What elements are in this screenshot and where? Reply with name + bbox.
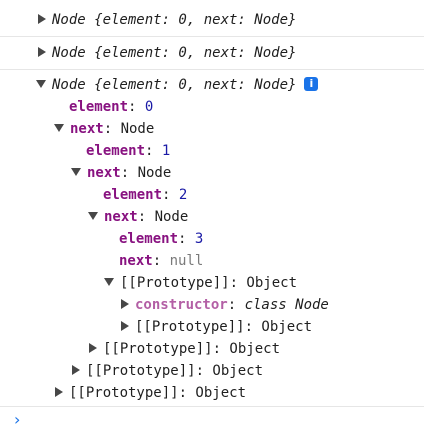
property-value: 1: [161, 143, 171, 159]
property-key: next: [70, 121, 104, 137]
prototype-row[interactable]: [[Prototype]]: Object: [104, 273, 297, 293]
triangle-down-icon[interactable]: [71, 168, 81, 176]
prototype-label: [[Prototype]]: Object: [103, 341, 281, 357]
prototype-row[interactable]: [[Prototype]]: Object: [89, 339, 280, 359]
triangle-down-icon[interactable]: [104, 278, 114, 286]
property-row: element: 2: [103, 187, 188, 203]
triangle-right-icon[interactable]: [38, 14, 46, 24]
property-value: Node: [120, 121, 155, 137]
prototype-label: [[Prototype]]: Object: [135, 319, 313, 335]
property-key: element: [119, 231, 179, 247]
object-summary-row[interactable]: Node {element: 0, next: Node}: [38, 43, 296, 63]
property-value: 3: [194, 231, 204, 247]
property-key: next: [87, 165, 121, 181]
object-summary: Node {element: 0, next: Node}: [52, 12, 297, 28]
constructor-row[interactable]: constructor: class Node: [121, 295, 329, 315]
info-icon[interactable]: i: [304, 77, 319, 91]
property-key: next: [104, 209, 138, 225]
triangle-down-icon[interactable]: [88, 212, 98, 220]
prototype-label: [[Prototype]]: Object: [86, 363, 264, 379]
property-key: element: [86, 143, 146, 159]
property-key: element: [103, 187, 163, 203]
object-summary: Node {element: 0, next: Node}: [52, 45, 297, 61]
property-row: element: 3: [119, 231, 204, 247]
object-summary-row[interactable]: Node {element: 0, next: Node}: [38, 10, 296, 30]
property-value: 0: [144, 99, 154, 115]
property-value: 2: [178, 187, 188, 203]
triangle-right-icon[interactable]: [38, 47, 46, 57]
property-row-expandable[interactable]: next: Node: [88, 207, 188, 227]
triangle-right-icon[interactable]: [72, 365, 80, 375]
property-value: Node: [154, 209, 189, 225]
property-row: element: 0: [69, 99, 154, 115]
chevron-right-icon[interactable]: ›: [14, 410, 20, 430]
devtools-console: Node {element: 0, next: Node} Node {elem…: [0, 0, 424, 440]
prototype-row[interactable]: [[Prototype]]: Object: [55, 383, 246, 403]
property-row: next: null: [119, 253, 204, 269]
object-summary: Node {element: 0, next: Node}: [52, 77, 297, 93]
triangle-right-icon[interactable]: [121, 321, 129, 331]
property-key: element: [69, 99, 129, 115]
property-row: element: 1: [86, 143, 171, 159]
prototype-label: [[Prototype]]: Object: [69, 385, 247, 401]
property-value: null: [169, 253, 204, 269]
console-entry: Node {element: 0, next: Node}: [0, 0, 424, 37]
property-value: class Node: [244, 297, 329, 313]
triangle-right-icon[interactable]: [55, 387, 63, 397]
prototype-label: [[Prototype]]: Object: [120, 275, 298, 291]
property-row-expandable[interactable]: next: Node: [54, 119, 154, 139]
property-row-expandable[interactable]: next: Node: [71, 163, 171, 183]
triangle-down-icon[interactable]: [54, 124, 64, 132]
prototype-row[interactable]: [[Prototype]]: Object: [121, 317, 312, 337]
property-key: next: [119, 253, 153, 269]
triangle-down-icon[interactable]: [36, 80, 46, 88]
triangle-right-icon[interactable]: [89, 343, 97, 353]
triangle-right-icon[interactable]: [121, 299, 129, 309]
object-summary-row[interactable]: Node {element: 0, next: Node} i: [36, 75, 319, 95]
property-value: Node: [137, 165, 172, 181]
console-entry-expanded: Node {element: 0, next: Node} i element: …: [0, 70, 424, 407]
property-key: constructor: [135, 297, 228, 313]
prototype-row[interactable]: [[Prototype]]: Object: [72, 361, 263, 381]
console-entry: Node {element: 0, next: Node}: [0, 37, 424, 70]
